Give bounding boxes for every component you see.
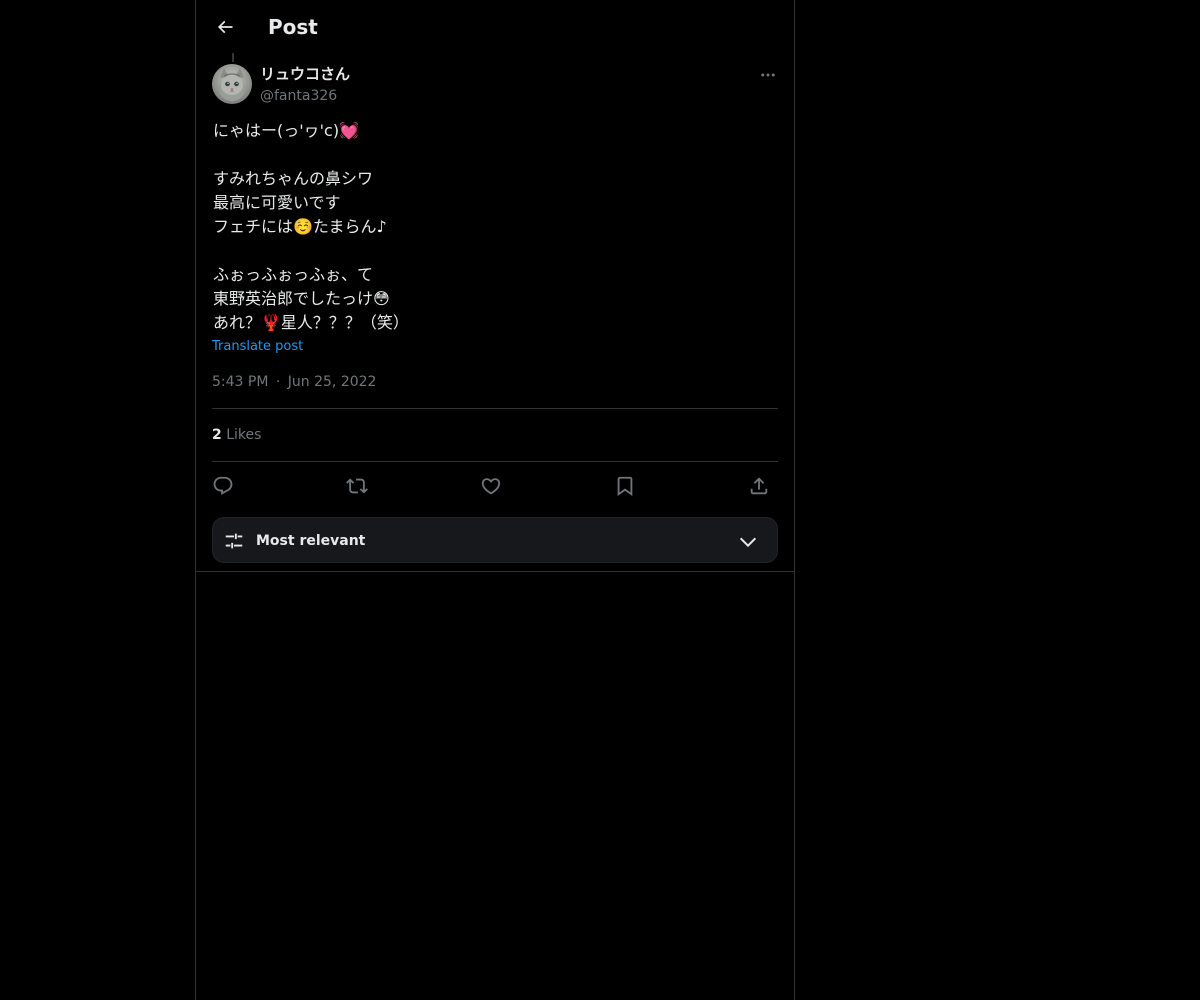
- repost-button[interactable]: [342, 472, 372, 500]
- page: Post リュウコさん @fanta326 にゃはー(っ'ヮ'c)💓 すみれちゃ…: [0, 0, 1200, 1000]
- sort-replies-dropdown[interactable]: Most relevant: [212, 517, 778, 563]
- likes-link[interactable]: 2 Likes: [212, 425, 261, 445]
- post-text-line: あれ？🦞星人？？？（笑）: [213, 313, 409, 332]
- header: Post: [196, 0, 794, 54]
- reply-button[interactable]: [208, 472, 238, 500]
- more-horizontal-icon: [761, 73, 775, 77]
- action-bar: [212, 472, 778, 500]
- post-timestamp: 5:43 PM · Jun 25, 2022: [212, 372, 376, 392]
- more-options-button[interactable]: [756, 64, 780, 86]
- share-button[interactable]: [744, 472, 774, 500]
- avatar[interactable]: [212, 64, 252, 104]
- likes-label: Likes: [226, 427, 262, 443]
- post-date[interactable]: Jun 25, 2022: [288, 374, 377, 390]
- post-text: にゃはー(っ'ヮ'c)💓 すみれちゃんの鼻シワ 最高に可愛いです フェチには☺️…: [213, 119, 773, 335]
- thread-line: [232, 53, 234, 62]
- back-arrow-icon: [217, 20, 233, 34]
- reply-icon: [213, 476, 233, 495]
- author-handle[interactable]: @fanta326: [260, 86, 337, 106]
- chevron-down-icon: [739, 537, 757, 548]
- like-button[interactable]: [476, 472, 506, 500]
- divider: [196, 571, 794, 572]
- cat-avatar-icon: [212, 64, 252, 104]
- back-button[interactable]: [208, 10, 242, 44]
- translate-post-link[interactable]: Translate post: [212, 338, 303, 356]
- post-text-line: 最高に可愛いです: [213, 193, 341, 212]
- author-display-name[interactable]: リュウコさん: [260, 64, 350, 84]
- heart-icon: [481, 478, 501, 495]
- post-text-line: [213, 143, 773, 167]
- post-text-line: すみれちゃんの鼻シワ: [213, 169, 374, 188]
- bookmark-icon: [617, 476, 633, 497]
- post-text-line: フェチには☺️たまらん♪: [213, 217, 387, 236]
- timestamp-separator: ·: [275, 374, 281, 390]
- post-text-line: ふぉっふぉっふぉ、て: [213, 265, 374, 284]
- post-text-line: [213, 239, 773, 263]
- main-column: Post リュウコさん @fanta326 にゃはー(っ'ヮ'c)💓 すみれちゃ…: [195, 0, 795, 1000]
- sliders-icon: [225, 533, 243, 549]
- page-title: Post: [268, 15, 318, 39]
- post-text-line: にゃはー(っ'ヮ'c)💓: [213, 121, 360, 140]
- divider: [212, 408, 778, 409]
- post-time[interactable]: 5:43 PM: [212, 374, 268, 390]
- divider: [212, 461, 778, 462]
- sort-label: Most relevant: [256, 533, 366, 549]
- share-icon: [750, 477, 768, 495]
- bookmark-button[interactable]: [610, 472, 640, 500]
- likes-count: 2: [212, 427, 222, 443]
- repost-icon: [346, 478, 368, 494]
- post-text-line: 東野英治郎でしたっけ😳: [213, 289, 390, 308]
